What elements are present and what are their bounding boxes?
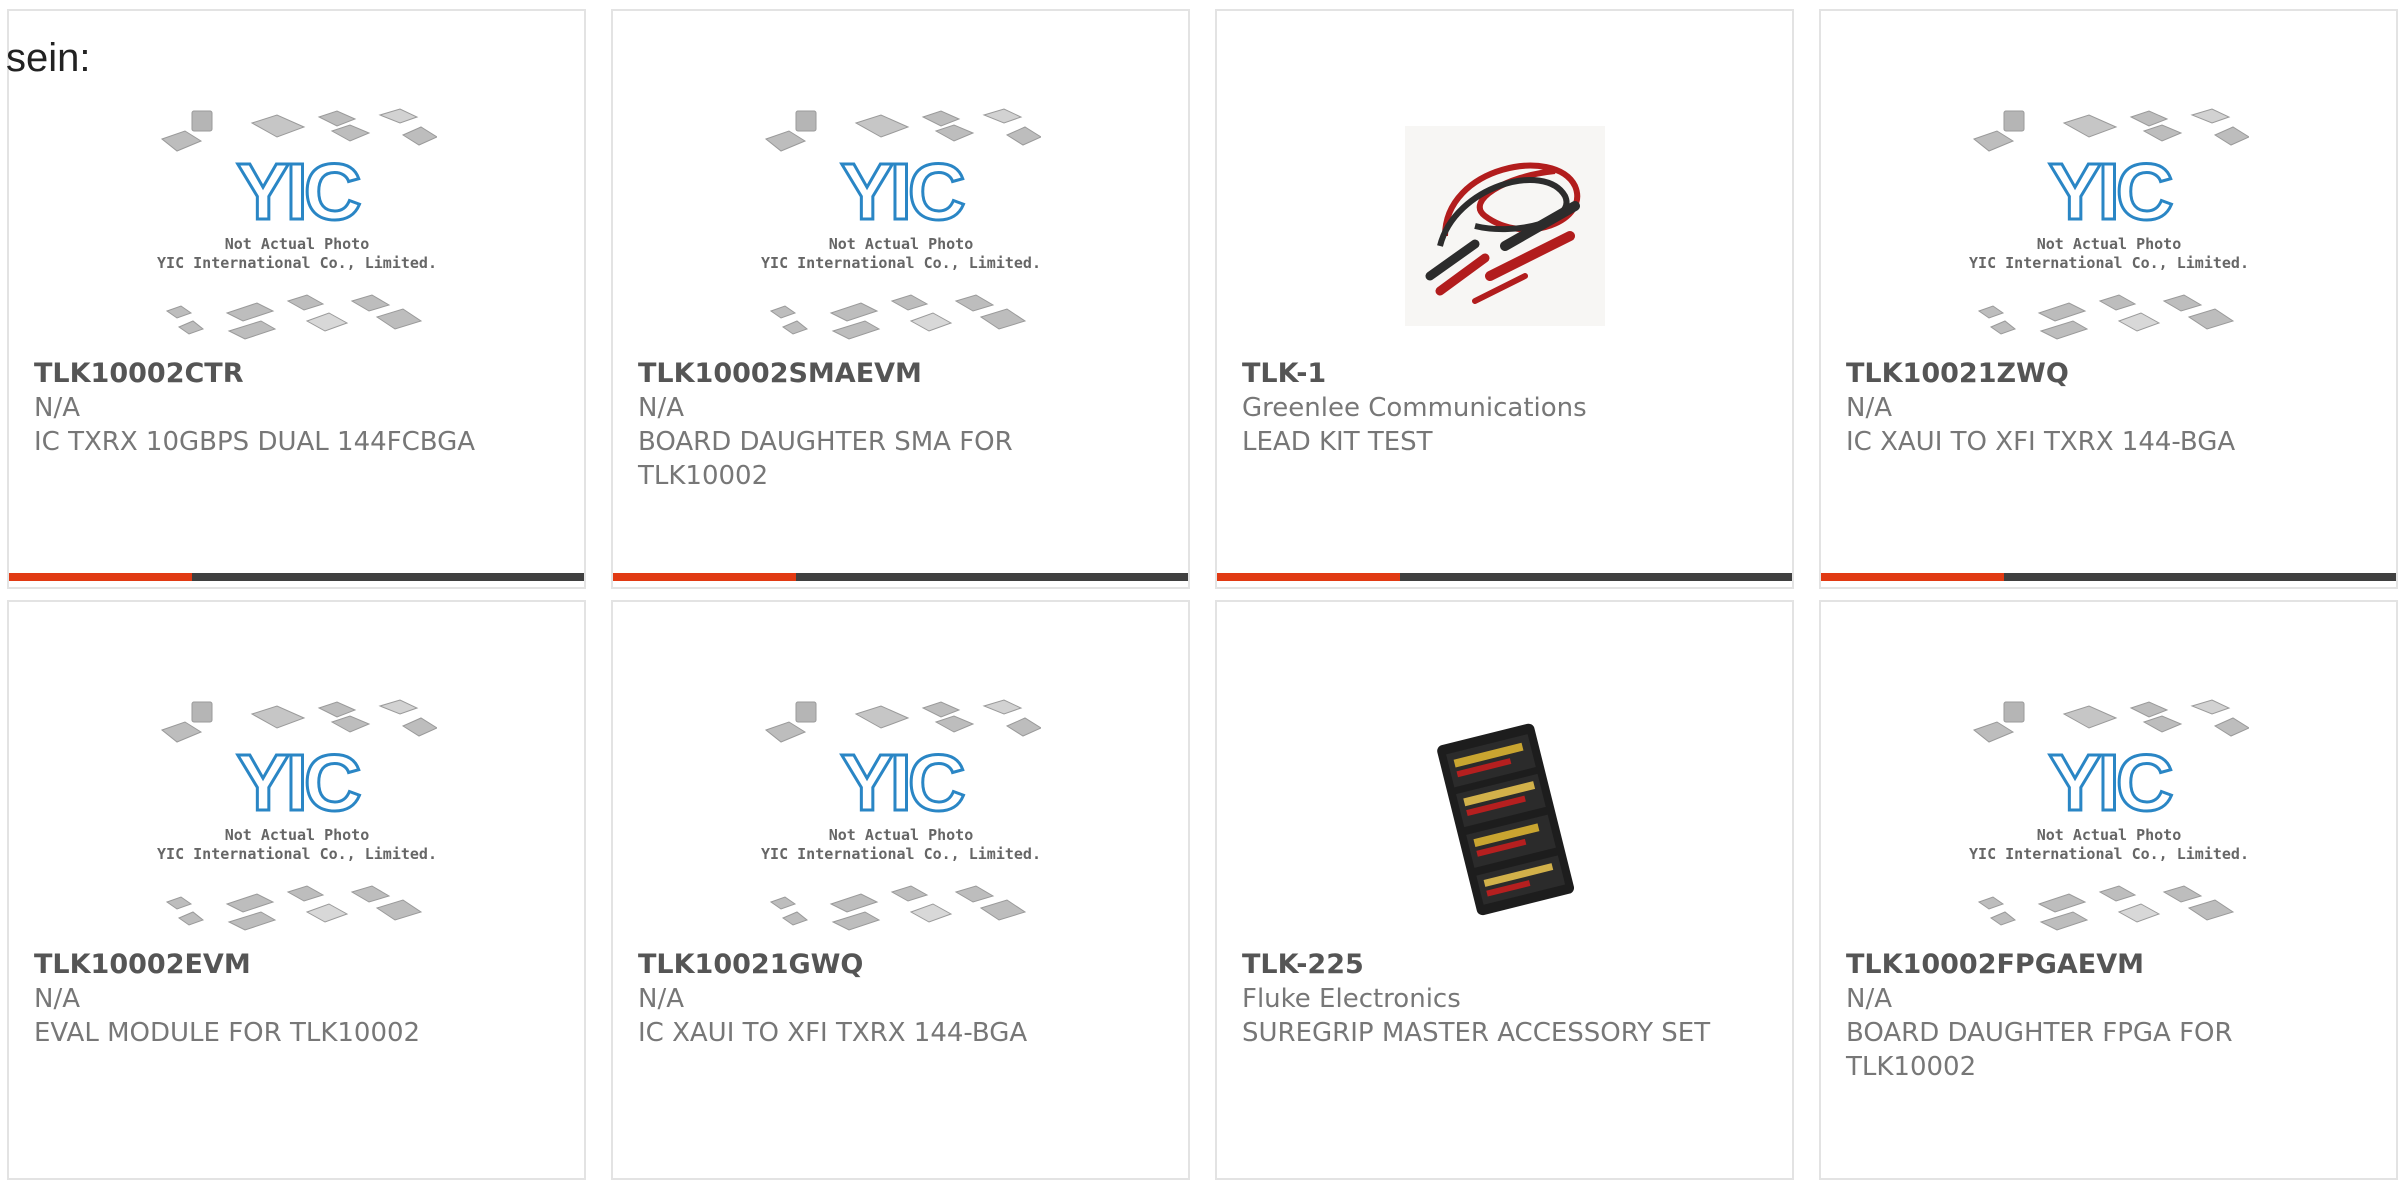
product-image xyxy=(1217,101,1792,351)
not-actual-photo-placeholder: YIC Not Actual Photo YIC International C… xyxy=(157,699,437,931)
placeholder-caption-line1: Not Actual Photo xyxy=(828,826,973,844)
part-number-link[interactable]: TLK-225 xyxy=(1242,948,1772,982)
yic-logo: YIC xyxy=(2048,147,2172,236)
product-card[interactable]: YIC Not Actual Photo YIC International C… xyxy=(1819,9,2398,589)
part-number-link[interactable]: TLK10002CTR xyxy=(34,357,564,391)
card-bottom-bar xyxy=(9,573,584,581)
product-card[interactable]: YIC Not Actual Photo YIC International C… xyxy=(1819,600,2398,1180)
description: SUREGRIP MASTER ACCESSORY SET xyxy=(1242,1018,1711,1048)
yic-logo: YIC xyxy=(840,738,964,827)
product-image xyxy=(1217,692,1792,942)
yic-logo: YIC xyxy=(236,738,360,827)
card-accent xyxy=(1217,573,1400,581)
product-card[interactable]: TLK-225 Fluke Electronics SUREGRIP MASTE… xyxy=(1215,600,1794,1180)
description: IC XAUI TO XFI TXRX 144-BGA xyxy=(638,1018,1028,1048)
not-actual-photo-placeholder: YIC Not Actual Photo YIC International C… xyxy=(1969,108,2249,340)
manufacturer: N/A xyxy=(34,393,80,423)
placeholder-caption-line1: Not Actual Photo xyxy=(2036,235,2181,253)
manufacturer: N/A xyxy=(638,393,684,423)
chip-icons-bottom xyxy=(165,294,422,340)
product-card[interactable]: YIC Not Actual Photo YIC International C… xyxy=(611,9,1190,589)
part-number-link[interactable]: TLK10021GWQ xyxy=(638,948,1168,982)
part-number-link[interactable]: TLK10002SMAEVM xyxy=(638,357,1168,391)
card-bottom-bar xyxy=(1217,573,1792,581)
placeholder-caption-line1: Not Actual Photo xyxy=(224,826,369,844)
card-accent xyxy=(9,573,192,581)
test-leads-photo xyxy=(1404,126,1605,326)
product-image: YIC Not Actual Photo YIC International C… xyxy=(9,692,584,942)
chip-icons-bottom xyxy=(1977,294,2234,340)
placeholder-caption-line1: Not Actual Photo xyxy=(224,235,369,253)
placeholder-caption-line2: YIC International Co., Limited. xyxy=(761,254,1041,272)
product-image: YIC Not Actual Photo YIC International C… xyxy=(613,101,1188,351)
chip-icons-bottom xyxy=(769,294,1026,340)
not-actual-photo-placeholder: YIC Not Actual Photo YIC International C… xyxy=(761,699,1041,931)
chip-icons-top xyxy=(160,108,437,152)
card-bottom-bar xyxy=(613,573,1188,581)
description: LEAD KIT TEST xyxy=(1242,427,1433,457)
product-image: YIC Not Actual Photo YIC International C… xyxy=(1821,101,2396,351)
part-number-link[interactable]: TLK10002EVM xyxy=(34,948,564,982)
chip-icons-top xyxy=(1972,108,2249,152)
placeholder-caption-line2: YIC International Co., Limited. xyxy=(1969,254,2249,272)
manufacturer: N/A xyxy=(1846,393,1892,423)
chip-icons-top xyxy=(764,699,1041,743)
chip-icons-top xyxy=(160,699,437,743)
manufacturer: N/A xyxy=(34,984,80,1014)
product-card[interactable]: YIC Not Actual Photo YIC International C… xyxy=(611,600,1190,1180)
product-grid: YIC Not Actual Photo YIC International C… xyxy=(0,0,2400,1180)
yic-logo: YIC xyxy=(2048,738,2172,827)
manufacturer: Fluke Electronics xyxy=(1242,984,1461,1014)
yic-logo: YIC xyxy=(840,147,964,236)
lead-text: sein: xyxy=(6,36,91,80)
card-accent xyxy=(613,573,796,581)
placeholder-caption-line2: YIC International Co., Limited. xyxy=(1969,845,2249,863)
chip-icons-bottom xyxy=(769,885,1026,931)
product-card[interactable]: TLK-1 Greenlee Communications LEAD KIT T… xyxy=(1215,9,1794,589)
chip-icons-top xyxy=(764,108,1041,152)
manufacturer: N/A xyxy=(1846,984,1892,1014)
not-actual-photo-placeholder: YIC Not Actual Photo YIC International C… xyxy=(1969,699,2249,931)
placeholder-caption-line1: Not Actual Photo xyxy=(828,235,973,253)
part-number-link[interactable]: TLK10021ZWQ xyxy=(1846,357,2376,391)
not-actual-photo-placeholder: YIC Not Actual Photo YIC International C… xyxy=(157,108,437,340)
placeholder-caption-line2: YIC International Co., Limited. xyxy=(761,845,1041,863)
chip-icons-bottom xyxy=(165,885,422,931)
part-number-link[interactable]: TLK-1 xyxy=(1242,357,1772,391)
card-bottom-bar xyxy=(1821,573,2396,581)
chip-icons-bottom xyxy=(1977,885,2234,931)
accessory-kit-photo xyxy=(1436,723,1574,916)
product-card[interactable]: YIC Not Actual Photo YIC International C… xyxy=(7,600,586,1180)
product-card[interactable]: YIC Not Actual Photo YIC International C… xyxy=(7,9,586,589)
card-accent xyxy=(1821,573,2004,581)
description: IC XAUI TO XFI TXRX 144-BGA xyxy=(1846,427,2236,457)
description: EVAL MODULE FOR TLK10002 xyxy=(34,1018,421,1048)
description: BOARD DAUGHTER FPGA FOR TLK10002 xyxy=(1846,1018,2233,1082)
placeholder-caption-line2: YIC International Co., Limited. xyxy=(157,254,437,272)
chip-icons-top xyxy=(1972,699,2249,743)
product-image: YIC Not Actual Photo YIC International C… xyxy=(9,101,584,351)
manufacturer: Greenlee Communications xyxy=(1242,393,1587,423)
product-image: YIC Not Actual Photo YIC International C… xyxy=(613,692,1188,942)
manufacturer: N/A xyxy=(638,984,684,1014)
description: BOARD DAUGHTER SMA FOR TLK10002 xyxy=(638,427,1013,491)
placeholder-caption-line2: YIC International Co., Limited. xyxy=(157,845,437,863)
not-actual-photo-placeholder: YIC Not Actual Photo YIC International C… xyxy=(761,108,1041,340)
product-image: YIC Not Actual Photo YIC International C… xyxy=(1821,692,2396,942)
yic-logo: YIC xyxy=(236,147,360,236)
description: IC TXRX 10GBPS DUAL 144FCBGA xyxy=(34,427,476,457)
part-number-link[interactable]: TLK10002FPGAEVM xyxy=(1846,948,2376,982)
placeholder-caption-line1: Not Actual Photo xyxy=(2036,826,2181,844)
